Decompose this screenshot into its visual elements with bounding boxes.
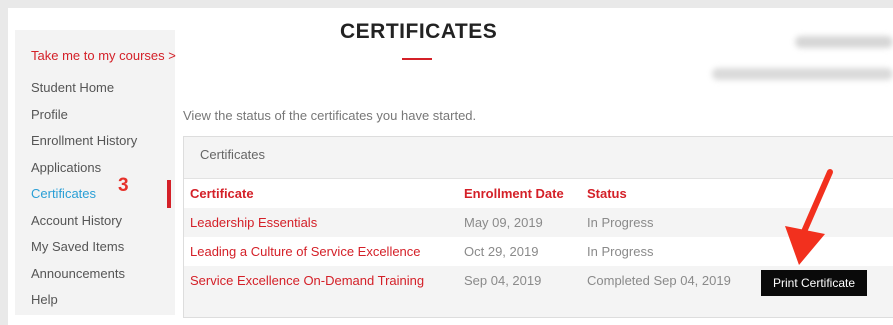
active-indicator (167, 180, 171, 208)
courses-link[interactable]: Take me to my courses > (31, 48, 176, 63)
intro-text: View the status of the certificates you … (183, 108, 477, 123)
sidebar-item-help[interactable]: Help (31, 292, 58, 307)
certificate-link[interactable]: Leading a Culture of Service Excellence (190, 244, 421, 259)
sidebar: Take me to my courses > Student Home Pro… (15, 30, 176, 315)
sidebar-item-announcements[interactable]: Announcements (31, 266, 125, 281)
sidebar-item-my-saved-items[interactable]: My Saved Items (31, 239, 124, 254)
column-header-status: Status (587, 186, 627, 201)
column-header-certificate: Certificate (190, 186, 254, 201)
annotation-arrow-icon (785, 169, 833, 265)
status-text: Completed Sep 04, 2019 (587, 273, 731, 288)
sidebar-item-applications[interactable]: Applications (31, 160, 101, 175)
page-title: CERTIFICATES (340, 20, 498, 43)
sidebar-item-account-history[interactable]: Account History (31, 213, 122, 228)
title-underline (402, 58, 432, 60)
status-text: In Progress (587, 215, 654, 230)
certificate-link[interactable]: Service Excellence On-Demand Training (190, 273, 424, 288)
table-row: Service Excellence On-Demand Training Se… (184, 266, 893, 301)
enrollment-date: Oct 29, 2019 (464, 244, 539, 259)
sidebar-item-certificates[interactable]: Certificates (31, 186, 96, 201)
column-header-enrollment-date: Enrollment Date (464, 186, 564, 201)
sidebar-item-enrollment-history[interactable]: Enrollment History (31, 133, 137, 148)
blurred-user-info (795, 36, 893, 48)
certificate-link[interactable]: Leadership Essentials (190, 215, 317, 230)
status-text: In Progress (587, 244, 654, 259)
sidebar-item-profile[interactable]: Profile (31, 107, 68, 122)
enrollment-date: May 09, 2019 (464, 215, 543, 230)
annotation-step-number: 3 (118, 175, 129, 196)
enrollment-date: Sep 04, 2019 (464, 273, 542, 288)
print-certificate-button[interactable]: Print Certificate (761, 270, 867, 296)
sidebar-item-student-home[interactable]: Student Home (31, 80, 114, 95)
blurred-account-info (712, 68, 893, 80)
panel-title: Certificates (200, 147, 266, 162)
